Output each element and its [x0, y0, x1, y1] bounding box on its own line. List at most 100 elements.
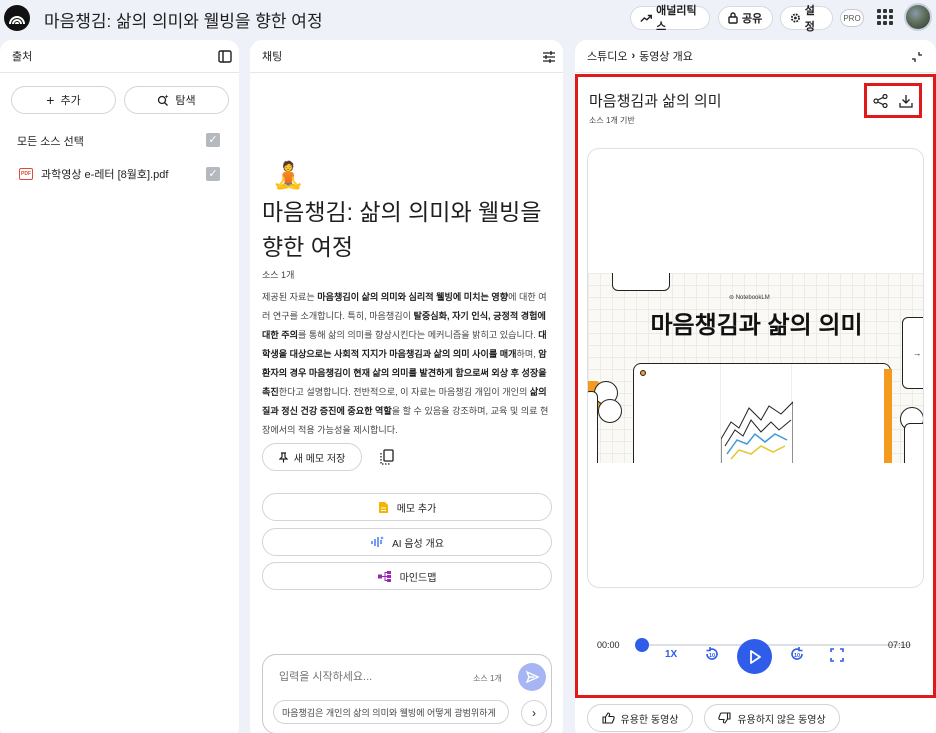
- slide-illustration: [720, 364, 794, 463]
- progress-track[interactable]: [641, 644, 911, 646]
- dislike-video-button[interactable]: 유용하지 않은 동영상: [704, 704, 840, 732]
- notebook-title[interactable]: 마음챙김: 삶의 의미와 웰빙을 향한 여정: [44, 7, 323, 32]
- rewind-10-text: 10: [709, 653, 715, 659]
- slide-card-right-bottom: [904, 423, 923, 463]
- slide-circle-left-2: [598, 399, 622, 423]
- slide-brand-text: NotebookLM: [735, 295, 770, 301]
- forward-10-button[interactable]: 10: [789, 646, 805, 662]
- pdf-icon: PDF: [19, 168, 33, 180]
- summary-segment: 한다고 설명합니다. 전반적으로, 이 자료는 마음챙김 개입이 개인의: [278, 387, 530, 397]
- share-button[interactable]: 공유: [718, 6, 773, 30]
- settings-label: 설정: [804, 5, 815, 33]
- slide-brand: ⊜ NotebookLM: [729, 295, 770, 301]
- explore-source-label: 탐색: [175, 95, 196, 107]
- play-icon: [749, 649, 761, 664]
- chat-title: 채팅: [262, 51, 283, 63]
- analytics-button[interactable]: 애널리틱스: [630, 5, 710, 33]
- dislike-video-label: 유용하지 않은 동영상: [737, 714, 826, 726]
- tune-icon[interactable]: [542, 50, 556, 63]
- like-video-button[interactable]: 유용한 동영상: [587, 704, 693, 732]
- mindmap-button[interactable]: 마인드맵: [262, 562, 552, 590]
- notebooklm-logo-icon[interactable]: [4, 5, 30, 31]
- plus-icon: +: [46, 92, 55, 108]
- notebook-emoji: 🧘: [272, 160, 305, 190]
- playback-speed-button[interactable]: 1X: [665, 649, 677, 660]
- fullscreen-icon: [830, 648, 844, 662]
- save-note-label: 새 메모 저장: [293, 453, 346, 465]
- rewind-10-button[interactable]: 10: [704, 646, 720, 662]
- add-source-button[interactable]: + 추가: [11, 86, 116, 114]
- audio-overview-button[interactable]: AI 음성 개요: [262, 528, 552, 556]
- next-suggestion-button[interactable]: ›: [521, 700, 547, 726]
- source-item[interactable]: PDF 과학영상 e-레터 [8월호].pdf: [19, 166, 168, 182]
- chevron-right-icon: ›: [532, 706, 536, 720]
- forward-10-icon: 10: [791, 647, 803, 660]
- notebook-summary: 제공된 자료는 마음챙김이 삶의 의미와 심리적 웰빙에 미치는 영향에 대한 …: [262, 288, 552, 440]
- trending-up-icon: [640, 14, 652, 22]
- sources-panel: 출처 + 추가 탐색 모든 소스 선택 ✓ PDF 과학영상 e-레터 [8월호…: [0, 40, 239, 733]
- slide-main-card: [633, 363, 891, 463]
- video-frame: ⊜ NotebookLM 마음챙김과 삶의 의미 →: [588, 273, 923, 463]
- share-icon[interactable]: [873, 93, 888, 108]
- analytics-label: 애널리틱스: [656, 5, 697, 33]
- share-label: 공유: [742, 13, 763, 25]
- source-count: 소스 1개: [262, 270, 295, 280]
- settings-button[interactable]: 설정: [780, 5, 833, 33]
- breadcrumb-root[interactable]: 스튜디오: [587, 48, 627, 64]
- select-all-label: 모든 소스 선택: [17, 136, 84, 148]
- like-video-label: 유용한 동영상: [620, 714, 679, 726]
- source-item-checkbox[interactable]: ✓: [206, 167, 220, 181]
- summary-segment: 하며,: [516, 349, 539, 359]
- slide-card-left: [588, 391, 598, 463]
- chat-input[interactable]: [279, 671, 449, 683]
- select-all-checkbox[interactable]: ✓: [206, 133, 220, 147]
- collapse-panel-icon[interactable]: [218, 50, 232, 63]
- source-item-name: 과학영상 e-레터 [8월호].pdf: [41, 169, 169, 181]
- suggested-question[interactable]: 마음챙김은 개인의 삶의 의미와 웰빙에 어떻게 광범위하게: [273, 700, 509, 724]
- video-subtitle: 소스 1개 기반: [589, 116, 635, 125]
- total-time: 07:10: [888, 640, 911, 650]
- pro-badge: PRO: [840, 9, 864, 27]
- add-note-button[interactable]: 메모 추가: [262, 493, 552, 521]
- explore-source-button[interactable]: 탐색: [124, 86, 229, 114]
- forward-10-text: 10: [794, 653, 800, 659]
- download-icon[interactable]: [899, 94, 913, 108]
- chevron-right-icon: ›: [631, 50, 636, 62]
- video-player[interactable]: ⊜ NotebookLM 마음챙김과 삶의 의미 →: [587, 148, 924, 588]
- lock-icon: [728, 12, 738, 24]
- slide-title: 마음챙김과 삶의 의미: [650, 312, 863, 339]
- search-sparkle-icon: [158, 94, 169, 106]
- summary-segment: 마음챙김이 삶의 의미와 심리적 웰빙에 미치는 영향: [317, 292, 509, 302]
- apps-grid-icon[interactable]: [877, 9, 893, 25]
- breadcrumb: 스튜디오 › 동영상 개요: [587, 48, 693, 64]
- note-icon: [378, 501, 388, 513]
- slide-orange-dot: [640, 370, 646, 376]
- avatar[interactable]: [904, 3, 932, 31]
- thumbs-down-icon: [718, 712, 731, 724]
- collapse-icon[interactable]: [911, 51, 923, 63]
- slide-orange-block-right: [884, 369, 892, 463]
- copy-icon[interactable]: [380, 449, 394, 465]
- send-icon: [525, 671, 539, 683]
- current-time: 00:00: [597, 640, 620, 650]
- add-note-label: 메모 추가: [396, 503, 437, 515]
- replay-10-icon: 10: [706, 647, 718, 660]
- play-button[interactable]: [737, 639, 772, 674]
- studio-header: 스튜디오 › 동영상 개요: [575, 40, 936, 73]
- save-note-button[interactable]: 새 메모 저장: [262, 443, 362, 471]
- video-actions-highlight: [864, 83, 922, 118]
- send-button[interactable]: [518, 663, 546, 691]
- video-title: 마음챙김과 삶의 의미: [589, 93, 722, 110]
- chat-panel: 채팅 🧘 마음챙김: 삶의 의미와 웰빙을 향한 여정 소스 1개 제공된 자료…: [250, 40, 563, 733]
- breadcrumb-current: 동영상 개요: [639, 51, 693, 63]
- summary-segment: 제공된 자료는: [262, 292, 318, 302]
- fullscreen-button[interactable]: [830, 648, 844, 662]
- add-source-label: 추가: [60, 95, 81, 107]
- pin-icon: [278, 451, 288, 462]
- playback-speed-label: 1X: [665, 649, 678, 660]
- chat-header: 채팅: [250, 40, 563, 73]
- notebook-heading: 마음챙김: 삶의 의미와 웰빙을 향한 여정: [262, 199, 542, 260]
- chat-input-box: 소스 1개 마음챙김은 개인의 삶의 의미와 웰빙에 어떻게 광범위하게 ›: [262, 654, 552, 733]
- progress-knob[interactable]: [635, 638, 649, 652]
- mindmap-icon: [377, 570, 391, 582]
